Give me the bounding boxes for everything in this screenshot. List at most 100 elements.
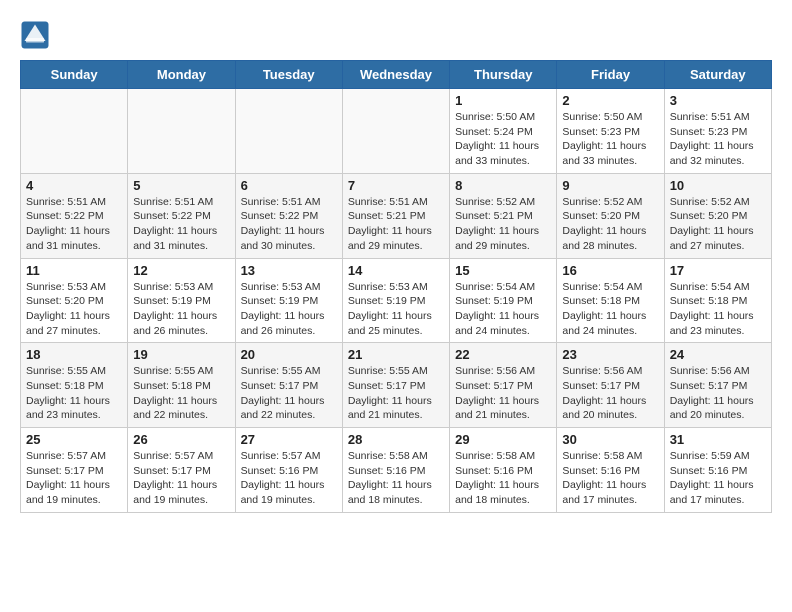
day-number: 18: [26, 347, 122, 362]
day-of-week-header: Sunday: [21, 61, 128, 89]
day-number: 29: [455, 432, 551, 447]
calendar-day-cell: 17 Sunrise: 5:54 AM Sunset: 5:18 PM Dayli…: [664, 258, 771, 343]
day-number: 12: [133, 263, 229, 278]
calendar-week-row: 4 Sunrise: 5:51 AM Sunset: 5:22 PM Daylig…: [21, 173, 772, 258]
day-number: 25: [26, 432, 122, 447]
day-number: 7: [348, 178, 444, 193]
day-of-week-header: Thursday: [450, 61, 557, 89]
day-info: Sunrise: 5:53 AM Sunset: 5:19 PM Dayligh…: [241, 280, 337, 339]
day-number: 1: [455, 93, 551, 108]
day-number: 24: [670, 347, 766, 362]
day-number: 26: [133, 432, 229, 447]
day-number: 8: [455, 178, 551, 193]
day-number: 21: [348, 347, 444, 362]
day-number: 17: [670, 263, 766, 278]
day-number: 2: [562, 93, 658, 108]
calendar-week-row: 11Sunrise: 5:53 AM Sunset: 5:20 PM Dayli…: [21, 258, 772, 343]
day-info: Sunrise: 5:57 AM Sunset: 5:17 PM Dayligh…: [133, 449, 229, 508]
day-of-week-header: Wednesday: [342, 61, 449, 89]
calendar-day-cell: 29Sunrise: 5:58 AM Sunset: 5:16 PM Dayli…: [450, 428, 557, 513]
calendar-day-cell: 28 Sunrise: 5:58 AM Sunset: 5:16 PM Dayli…: [342, 428, 449, 513]
day-info: Sunrise: 5:51 AM Sunset: 5:23 PM Dayligh…: [670, 110, 766, 169]
day-info: Sunrise: 5:51 AM Sunset: 5:22 PM Dayligh…: [133, 195, 229, 254]
day-number: 13: [241, 263, 337, 278]
calendar-day-cell: [128, 89, 235, 174]
logo: [20, 20, 54, 50]
day-number: 16: [562, 263, 658, 278]
day-info: Sunrise: 5:51 AM Sunset: 5:22 PM Dayligh…: [26, 195, 122, 254]
calendar-day-cell: 31 Sunrise: 5:59 AM Sunset: 5:16 PM Dayli…: [664, 428, 771, 513]
day-number: 3: [670, 93, 766, 108]
day-of-week-header: Friday: [557, 61, 664, 89]
calendar-day-cell: 26 Sunrise: 5:57 AM Sunset: 5:17 PM Dayli…: [128, 428, 235, 513]
day-number: 4: [26, 178, 122, 193]
day-info: Sunrise: 5:58 AM Sunset: 5:16 PM Dayligh…: [348, 449, 444, 508]
calendar-day-cell: 20 Sunrise: 5:55 AM Sunset: 5:17 PM Dayli…: [235, 343, 342, 428]
day-number: 19: [133, 347, 229, 362]
day-info: Sunrise: 5:56 AM Sunset: 5:17 PM Dayligh…: [670, 364, 766, 423]
day-info: Sunrise: 5:54 AM Sunset: 5:18 PM Dayligh…: [562, 280, 658, 339]
day-number: 31: [670, 432, 766, 447]
day-number: 23: [562, 347, 658, 362]
day-info: Sunrise: 5:53 AM Sunset: 5:19 PM Dayligh…: [133, 280, 229, 339]
calendar-day-cell: 6 Sunrise: 5:51 AM Sunset: 5:22 PM Daylig…: [235, 173, 342, 258]
logo-icon: [20, 20, 50, 50]
calendar-header-row: SundayMondayTuesdayWednesdayThursdayFrid…: [21, 61, 772, 89]
day-info: Sunrise: 5:50 AM Sunset: 5:23 PM Dayligh…: [562, 110, 658, 169]
calendar-day-cell: 15Sunrise: 5:54 AM Sunset: 5:19 PM Dayli…: [450, 258, 557, 343]
day-number: 20: [241, 347, 337, 362]
calendar-table: SundayMondayTuesdayWednesdayThursdayFrid…: [20, 60, 772, 513]
calendar-day-cell: 12 Sunrise: 5:53 AM Sunset: 5:19 PM Dayli…: [128, 258, 235, 343]
day-info: Sunrise: 5:57 AM Sunset: 5:17 PM Dayligh…: [26, 449, 122, 508]
day-number: 5: [133, 178, 229, 193]
day-info: Sunrise: 5:51 AM Sunset: 5:22 PM Dayligh…: [241, 195, 337, 254]
day-info: Sunrise: 5:59 AM Sunset: 5:16 PM Dayligh…: [670, 449, 766, 508]
day-info: Sunrise: 5:56 AM Sunset: 5:17 PM Dayligh…: [562, 364, 658, 423]
calendar-day-cell: 3 Sunrise: 5:51 AM Sunset: 5:23 PM Daylig…: [664, 89, 771, 174]
day-of-week-header: Saturday: [664, 61, 771, 89]
page-header: [20, 20, 772, 50]
calendar-day-cell: 21 Sunrise: 5:55 AM Sunset: 5:17 PM Dayli…: [342, 343, 449, 428]
day-number: 11: [26, 263, 122, 278]
calendar-day-cell: 10 Sunrise: 5:52 AM Sunset: 5:20 PM Dayli…: [664, 173, 771, 258]
day-info: Sunrise: 5:50 AM Sunset: 5:24 PM Dayligh…: [455, 110, 551, 169]
day-info: Sunrise: 5:58 AM Sunset: 5:16 PM Dayligh…: [562, 449, 658, 508]
calendar-day-cell: 24 Sunrise: 5:56 AM Sunset: 5:17 PM Dayli…: [664, 343, 771, 428]
day-number: 14: [348, 263, 444, 278]
day-info: Sunrise: 5:55 AM Sunset: 5:18 PM Dayligh…: [133, 364, 229, 423]
calendar-day-cell: 2 Sunrise: 5:50 AM Sunset: 5:23 PM Daylig…: [557, 89, 664, 174]
day-number: 30: [562, 432, 658, 447]
calendar-day-cell: 7 Sunrise: 5:51 AM Sunset: 5:21 PM Daylig…: [342, 173, 449, 258]
day-of-week-header: Tuesday: [235, 61, 342, 89]
calendar-day-cell: 14 Sunrise: 5:53 AM Sunset: 5:19 PM Dayli…: [342, 258, 449, 343]
calendar-day-cell: [342, 89, 449, 174]
day-info: Sunrise: 5:55 AM Sunset: 5:17 PM Dayligh…: [348, 364, 444, 423]
day-number: 9: [562, 178, 658, 193]
day-number: 10: [670, 178, 766, 193]
calendar-day-cell: 13 Sunrise: 5:53 AM Sunset: 5:19 PM Dayli…: [235, 258, 342, 343]
calendar-day-cell: 19 Sunrise: 5:55 AM Sunset: 5:18 PM Dayli…: [128, 343, 235, 428]
calendar-day-cell: [235, 89, 342, 174]
calendar-day-cell: 25 Sunrise: 5:57 AM Sunset: 5:17 PM Dayli…: [21, 428, 128, 513]
day-number: 6: [241, 178, 337, 193]
day-info: Sunrise: 5:51 AM Sunset: 5:21 PM Dayligh…: [348, 195, 444, 254]
calendar-day-cell: 30 Sunrise: 5:58 AM Sunset: 5:16 PM Dayli…: [557, 428, 664, 513]
day-info: Sunrise: 5:53 AM Sunset: 5:19 PM Dayligh…: [348, 280, 444, 339]
day-info: Sunrise: 5:55 AM Sunset: 5:17 PM Dayligh…: [241, 364, 337, 423]
calendar-week-row: 1 Sunrise: 5:50 AM Sunset: 5:24 PM Daylig…: [21, 89, 772, 174]
day-info: Sunrise: 5:54 AM Sunset: 5:18 PM Dayligh…: [670, 280, 766, 339]
calendar-day-cell: 11Sunrise: 5:53 AM Sunset: 5:20 PM Dayli…: [21, 258, 128, 343]
day-info: Sunrise: 5:57 AM Sunset: 5:16 PM Dayligh…: [241, 449, 337, 508]
calendar-day-cell: 23 Sunrise: 5:56 AM Sunset: 5:17 PM Dayli…: [557, 343, 664, 428]
calendar-day-cell: 16 Sunrise: 5:54 AM Sunset: 5:18 PM Dayli…: [557, 258, 664, 343]
day-number: 27: [241, 432, 337, 447]
day-number: 15: [455, 263, 551, 278]
day-info: Sunrise: 5:52 AM Sunset: 5:21 PM Dayligh…: [455, 195, 551, 254]
calendar-day-cell: 18Sunrise: 5:55 AM Sunset: 5:18 PM Dayli…: [21, 343, 128, 428]
day-of-week-header: Monday: [128, 61, 235, 89]
day-number: 28: [348, 432, 444, 447]
calendar-day-cell: 1 Sunrise: 5:50 AM Sunset: 5:24 PM Daylig…: [450, 89, 557, 174]
calendar-week-row: 18 Sunrise: 5:55 AM Sunset: 5:18 PM Dayli…: [21, 343, 772, 428]
day-info: Sunrise: 5:52 AM Sunset: 5:20 PM Dayligh…: [670, 195, 766, 254]
calendar-day-cell: 8 Sunrise: 5:52 AM Sunset: 5:21 PM Daylig…: [450, 173, 557, 258]
